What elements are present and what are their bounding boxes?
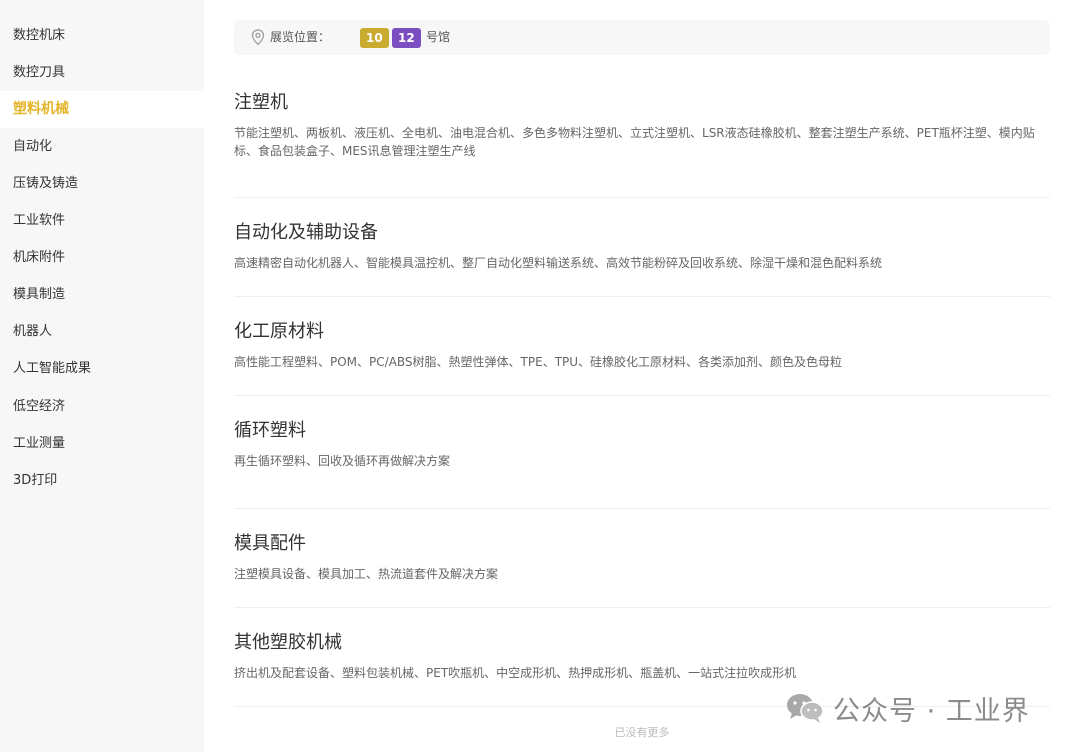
section-title: 化工原材料 — [234, 321, 324, 342]
hall-suffix: 号馆 — [426, 30, 451, 44]
sidebar-item-cnc-tools[interactable]: 数控刀具 — [0, 54, 204, 91]
section-title: 注塑机 — [234, 92, 288, 113]
category-section: 其他塑胶机械 挤出机及配套设备、塑料包装机械、PET吹瓶机、中空成形机、热押成形… — [234, 632, 1050, 682]
wechat-icon — [787, 694, 824, 723]
section-items: 挤出机及配套设备、塑料包装机械、PET吹瓶机、中空成形机、热押成形机、瓶盖机、一… — [234, 666, 797, 680]
section-title: 循环塑料 — [234, 420, 306, 441]
section-items: 高性能工程塑料、POM、PC/ABS树脂、熱塑性弹体、TPE、TPU、硅橡胶化工… — [234, 355, 843, 369]
location-pin-icon — [251, 29, 265, 46]
divider — [234, 508, 1050, 509]
category-section: 模具配件 注塑模具设备、模具加工、热流道套件及解决方案 — [234, 533, 1050, 583]
exhibition-location-bar: 展览位置： 10 12 号馆 — [234, 20, 1050, 55]
category-section: 自动化及辅助设备 高速精密自动化机器人、智能模具温控机、整厂自动化塑料输送系统、… — [234, 222, 1050, 272]
category-section: 化工原材料 高性能工程塑料、POM、PC/ABS树脂、熱塑性弹体、TPE、TPU… — [234, 321, 1050, 371]
hall-badge: 10 — [360, 28, 389, 48]
sidebar-item-mold-making[interactable]: 模具制造 — [0, 276, 204, 313]
watermark-text: 公众号 · 工业界 — [833, 695, 1030, 727]
section-title: 模具配件 — [234, 533, 306, 554]
divider — [234, 296, 1050, 297]
location-label: 展览位置： — [270, 30, 331, 44]
category-section: 循环塑料 再生循环塑料、回收及循环再做解决方案 — [234, 420, 1050, 470]
main-content: 展览位置： 10 12 号馆 注塑机 节能注塑机、两板机、液压机、全电机、油电混… — [204, 0, 1080, 752]
sidebar-item-plastic-machinery[interactable]: 塑料机械 — [0, 91, 204, 128]
sidebar-item-industrial-measurement[interactable]: 工业测量 — [0, 425, 204, 462]
sidebar-item-3d-printing[interactable]: 3D打印 — [0, 462, 204, 499]
sidebar-item-machine-accessories[interactable]: 机床附件 — [0, 239, 204, 276]
sidebar-item-automation[interactable]: 自动化 — [0, 128, 204, 165]
sidebar-item-cnc-machine[interactable]: 数控机床 — [0, 17, 204, 54]
divider — [234, 607, 1050, 608]
hall-badge: 12 — [392, 28, 421, 48]
section-items: 再生循环塑料、回收及循环再做解决方案 — [234, 454, 451, 468]
sidebar-item-industrial-software[interactable]: 工业软件 — [0, 202, 204, 239]
section-title: 自动化及辅助设备 — [234, 222, 378, 243]
sidebar-item-die-casting[interactable]: 压铸及铸造 — [0, 165, 204, 202]
sidebar-item-ai-achievements[interactable]: 人工智能成果 — [0, 350, 204, 387]
section-title: 其他塑胶机械 — [234, 632, 342, 653]
divider — [234, 395, 1050, 396]
section-items: 节能注塑机、两板机、液压机、全电机、油电混合机、多色多物料注塑机、立式注塑机、L… — [234, 126, 1035, 158]
divider — [234, 197, 1050, 198]
sidebar-item-low-altitude-economy[interactable]: 低空经济 — [0, 388, 204, 425]
category-sidebar: 数控机床 数控刀具 塑料机械 自动化 压铸及铸造 工业软件 机床附件 模具制造 … — [0, 0, 204, 752]
section-items: 注塑模具设备、模具加工、热流道套件及解决方案 — [234, 567, 499, 581]
watermark: 公众号 · 工业界 — [785, 690, 1030, 727]
category-section: 注塑机 节能注塑机、两板机、液压机、全电机、油电混合机、多色多物料注塑机、立式注… — [234, 92, 1050, 160]
section-items: 高速精密自动化机器人、智能模具温控机、整厂自动化塑料输送系统、高效节能粉碎及回收… — [234, 256, 883, 270]
sidebar-item-robot[interactable]: 机器人 — [0, 313, 204, 350]
